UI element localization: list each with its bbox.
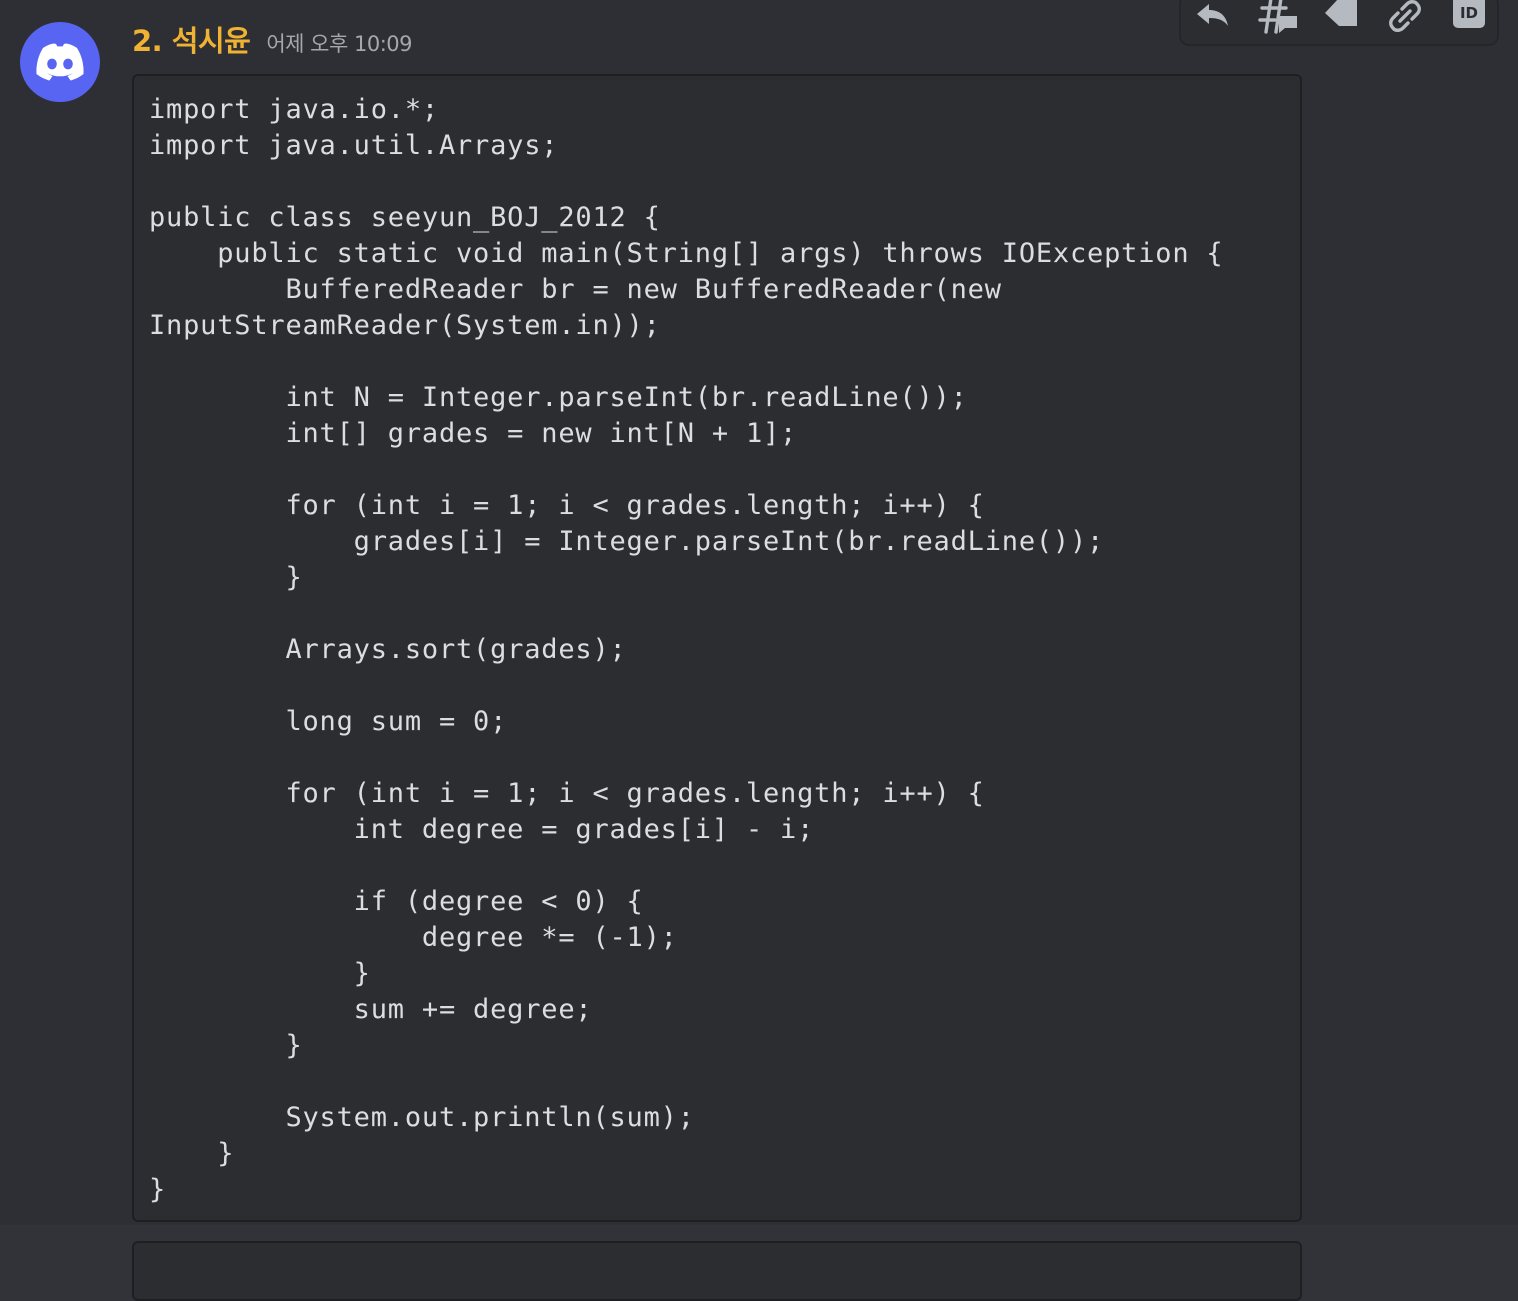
copy-id-glyph: ID bbox=[1460, 4, 1478, 22]
next-code-block bbox=[132, 1241, 1302, 1301]
code-content: import java.io.*; import java.util.Array… bbox=[149, 94, 1224, 1205]
copy-link-icon bbox=[1389, 0, 1421, 32]
reply-button[interactable] bbox=[1189, 0, 1237, 40]
message-timestamp[interactable]: 어제 오후 10:09 bbox=[266, 28, 412, 58]
tag-button[interactable] bbox=[1317, 0, 1365, 40]
author-name[interactable]: 2. 석시윤 bbox=[132, 18, 251, 60]
copy-id-icon: ID bbox=[1453, 0, 1485, 28]
code-block: import java.io.*; import java.util.Array… bbox=[132, 74, 1302, 1222]
message-header: 2. 석시윤 어제 오후 10:09 bbox=[132, 18, 412, 60]
message-actions-toolbar: ID bbox=[1179, 0, 1499, 46]
reply-icon bbox=[1197, 4, 1228, 26]
copy-link-button[interactable] bbox=[1381, 0, 1429, 40]
chat-message: 2. 석시윤 어제 오후 10:09 ID import java.io.*; … bbox=[0, 0, 1518, 1225]
copy-id-button[interactable]: ID bbox=[1445, 0, 1493, 40]
create-thread-icon bbox=[1258, 0, 1297, 34]
tag-icon bbox=[1325, 0, 1357, 26]
avatar[interactable] bbox=[20, 22, 100, 102]
create-thread-button[interactable] bbox=[1253, 0, 1301, 40]
discord-logo-icon bbox=[36, 43, 84, 81]
